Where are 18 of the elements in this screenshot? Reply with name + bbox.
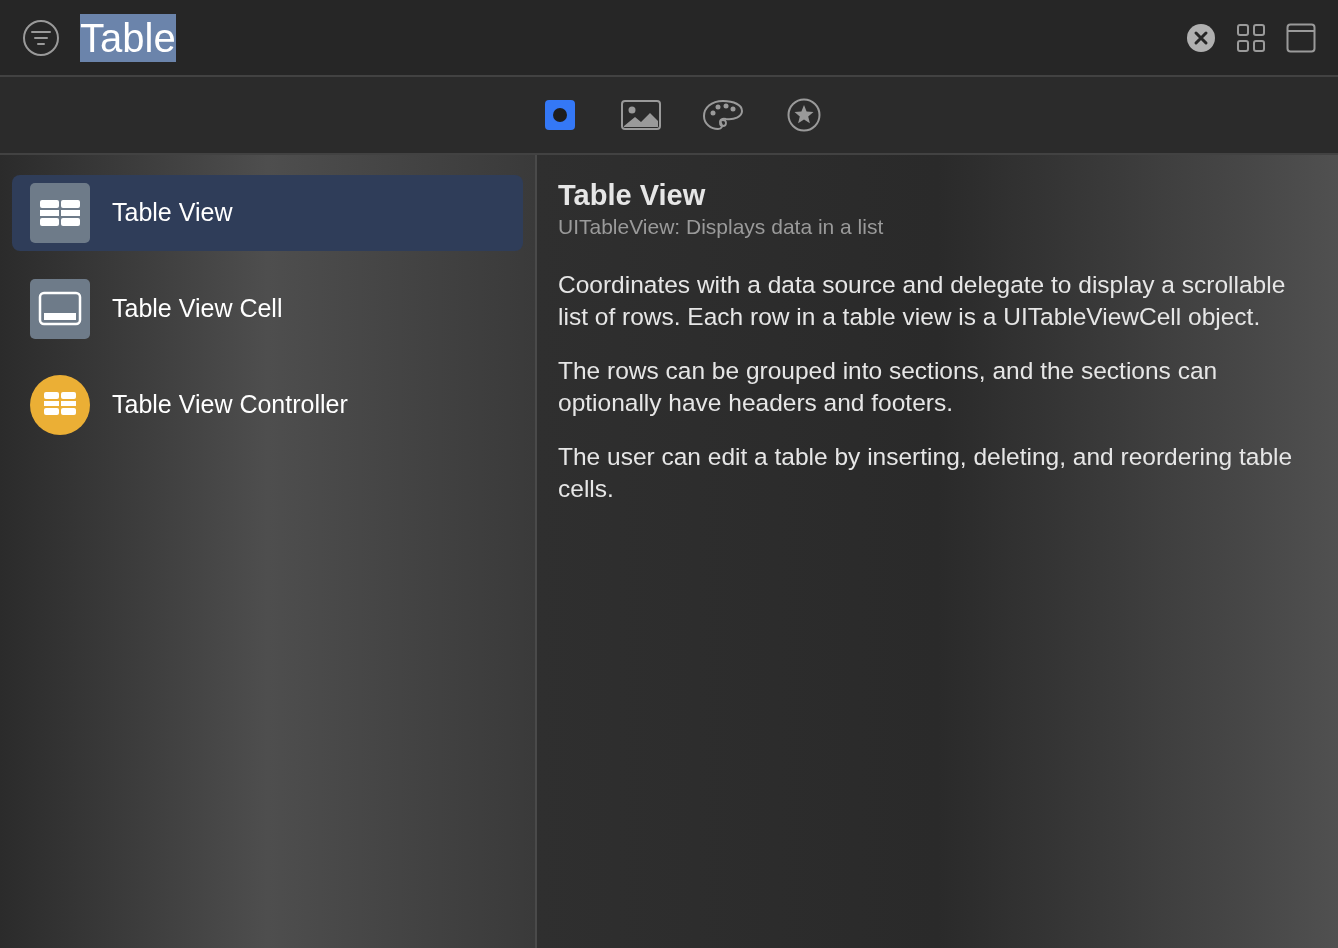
grid-icon[interactable] <box>1236 22 1266 53</box>
library-item[interactable]: Table View Cell <box>12 271 523 347</box>
table-icon <box>30 183 90 243</box>
library-item[interactable]: Table View <box>12 175 523 251</box>
detail-subtitle: UITableView: Displays data in a list <box>558 214 885 240</box>
description-paragraph: The rows can be grouped into sections, and the sections can optionally have headers and footers. <box>558 356 1219 418</box>
star-circle-icon <box>786 98 821 132</box>
table-controller-icon <box>30 375 90 435</box>
window-icon[interactable] <box>1286 22 1316 53</box>
clear-icon[interactable] <box>1186 22 1216 53</box>
table-cell-icon <box>30 279 90 339</box>
description-paragraph: Coordinates with a data source and delegate to display a scrollable list of rows. Each row in a table view is a UITableViewCell object. <box>558 270 1287 332</box>
detail-title: Table View <box>558 178 707 213</box>
image-icon <box>620 100 661 130</box>
description-paragraph: The user can edit a table by inserting, deleting, and reordering table cells. <box>558 442 1294 504</box>
library-item[interactable]: Table View Controller <box>12 367 523 443</box>
filter-icon[interactable] <box>22 18 60 57</box>
palette-icon <box>702 99 743 131</box>
